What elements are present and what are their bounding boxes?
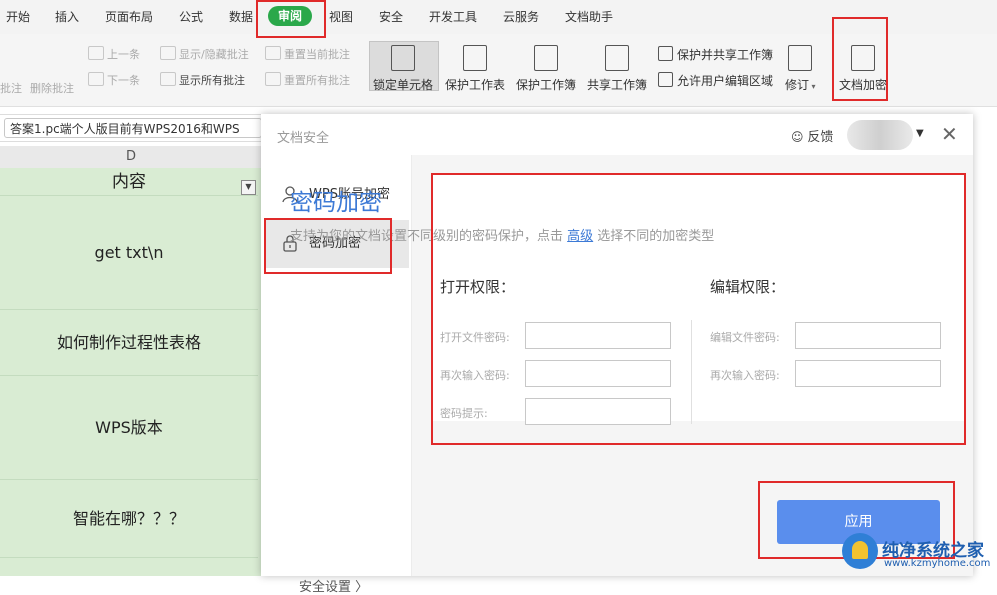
- dialog-title: 文档安全: [277, 131, 330, 146]
- table-cell[interactable]: WPS版本: [0, 376, 258, 480]
- menu-doc-assistant[interactable]: 文档助手: [565, 8, 613, 25]
- reset-icon: [265, 46, 281, 60]
- comment-icon: [160, 46, 176, 60]
- lock-icon: [658, 46, 673, 61]
- reset-all-icon: [265, 72, 281, 86]
- menu-formula[interactable]: 公式: [179, 8, 203, 25]
- prev-comment-icon: [88, 46, 104, 60]
- menu-page-layout[interactable]: 页面布局: [105, 8, 153, 25]
- show-hide-comment-button[interactable]: 显示/隐藏批注: [160, 46, 249, 62]
- table-cell[interactable]: 如何制作过程性表格: [0, 310, 258, 376]
- highlight-review-tab: [256, 0, 326, 38]
- delete-comment-button[interactable]: 删除批注: [30, 80, 74, 96]
- avatar[interactable]: [847, 120, 913, 150]
- sheet-grid: 内容 get txt\n 如何制作过程性表格 WPS版本 智能在哪？？？: [0, 168, 262, 576]
- menu-insert[interactable]: 插入: [55, 8, 79, 25]
- close-icon[interactable]: ✕: [941, 122, 958, 146]
- share-workbook-icon: [605, 45, 629, 71]
- lock-cell-icon: [391, 45, 415, 71]
- next-comment-button[interactable]: 下一条: [88, 72, 140, 88]
- filter-dropdown-icon[interactable]: ▼: [241, 180, 256, 195]
- highlight-password-panel: [431, 173, 966, 445]
- menu-start[interactable]: 开始: [6, 8, 30, 25]
- feedback-icon: ☺: [791, 130, 808, 144]
- menu-data[interactable]: 数据: [229, 8, 253, 25]
- table-cell[interactable]: get txt\n: [0, 196, 258, 310]
- highlight-password-tab: [264, 218, 392, 274]
- highlight-doc-encrypt: [832, 17, 888, 101]
- reset-all-comments-button[interactable]: 重置所有批注: [265, 72, 350, 88]
- header-cell[interactable]: 内容: [0, 168, 258, 196]
- watermark-logo: 纯净系统之家 www.kzmyhome.com: [842, 530, 997, 576]
- menu-view[interactable]: 视图: [329, 8, 353, 25]
- share-workbook-button[interactable]: 共享工作簿: [587, 45, 647, 93]
- allow-edit-range-button[interactable]: 允许用户编辑区域: [658, 72, 773, 89]
- table-cell[interactable]: 智能在哪？？？: [0, 480, 258, 558]
- dialog-header: 文档安全 ☺ 反馈 ▼ ✕: [261, 114, 973, 156]
- show-all-comments-button[interactable]: 显示所有批注: [160, 72, 245, 88]
- feedback-link[interactable]: ☺ 反馈: [791, 126, 833, 145]
- menu-cloud[interactable]: 云服务: [503, 8, 539, 25]
- prev-comment-button[interactable]: 上一条: [88, 46, 140, 62]
- menu-dev-tools[interactable]: 开发工具: [429, 8, 477, 25]
- next-comment-icon: [88, 72, 104, 86]
- reset-current-comment-button[interactable]: 重置当前批注: [265, 46, 350, 62]
- lock-cell-button[interactable]: 锁定单元格: [373, 45, 433, 93]
- comments-icon: [160, 72, 176, 86]
- watermark-url: www.kzmyhome.com: [884, 558, 991, 569]
- logo-icon: [842, 533, 878, 569]
- menu-security[interactable]: 安全: [379, 8, 403, 25]
- formula-bar: 答案1.pc端个人版目前有WPS2016和WPS: [0, 114, 262, 142]
- protect-share-button[interactable]: 保护并共享工作簿: [658, 46, 773, 63]
- ribbon-comment-partial: 批注: [0, 82, 22, 95]
- protect-workbook-button[interactable]: 保护工作簿: [516, 45, 576, 93]
- column-header-d[interactable]: D: [0, 146, 262, 169]
- protect-sheet-button[interactable]: 保护工作表: [445, 45, 505, 93]
- formula-input[interactable]: 答案1.pc端个人版目前有WPS2016和WPS: [4, 118, 262, 138]
- security-settings-link[interactable]: 安全设置 〉: [299, 576, 368, 595]
- protect-workbook-icon: [534, 45, 558, 71]
- chevron-down-icon[interactable]: ▼: [916, 128, 924, 139]
- revise-icon: [788, 45, 813, 71]
- edit-range-icon: [658, 72, 673, 87]
- password-encrypt-title: 密码加密: [290, 190, 382, 216]
- protect-sheet-icon: [463, 45, 487, 71]
- revise-button[interactable]: 修订 ▾: [785, 45, 816, 93]
